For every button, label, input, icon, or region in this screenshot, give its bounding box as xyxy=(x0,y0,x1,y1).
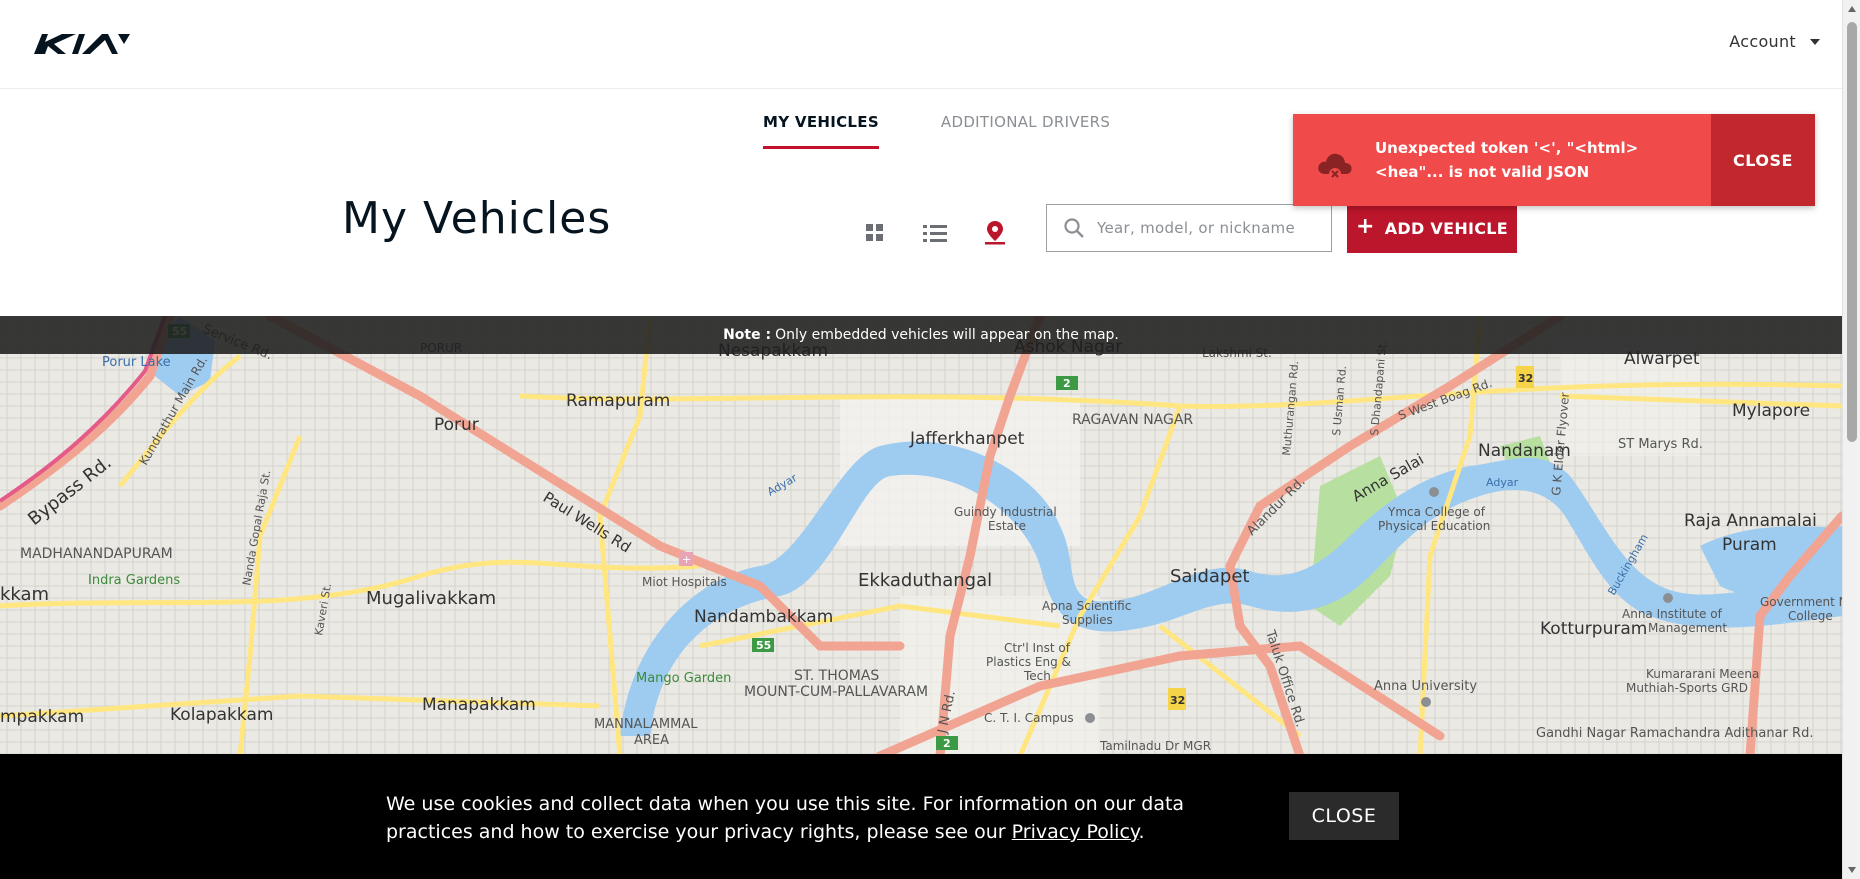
svg-text:Ctr'l Inst of: Ctr'l Inst of xyxy=(1004,641,1071,655)
svg-text:Tech: Tech xyxy=(1023,669,1051,683)
list-view-button[interactable] xyxy=(918,216,952,250)
map-canvas[interactable]: 55 2 55 2 32 32 Porur Lake Bypass Rd. Se… xyxy=(0,316,1842,756)
svg-text:Estate: Estate xyxy=(988,519,1026,533)
svg-text:Anna Institute of: Anna Institute of xyxy=(1622,607,1723,621)
svg-text:Tamilnadu Dr MGR: Tamilnadu Dr MGR xyxy=(1099,739,1211,753)
svg-text:Kolapakkam: Kolapakkam xyxy=(170,705,273,725)
svg-text:kkam: kkam xyxy=(0,584,49,605)
page: Account MY VEHICLES ADDITIONAL DRIVERS M… xyxy=(0,0,1842,879)
tab-additional-drivers[interactable]: ADDITIONAL DRIVERS xyxy=(941,100,1110,149)
svg-text:ST Marys Rd.: ST Marys Rd. xyxy=(1618,437,1703,452)
cookie-text: We use cookies and collect data when you… xyxy=(386,790,1266,846)
note-text: Only embedded vehicles will appear on th… xyxy=(775,327,1119,343)
svg-text:ST. THOMAS: ST. THOMAS xyxy=(794,668,879,684)
svg-text:Management: Management xyxy=(1648,621,1727,635)
note-label: Note : xyxy=(723,327,772,343)
svg-text:Miot Hospitals: Miot Hospitals xyxy=(642,575,727,589)
cookie-text-end: . xyxy=(1138,821,1145,843)
svg-text:MANNALAMMAL: MANNALAMMAL xyxy=(594,717,698,732)
svg-text:Apna Scientific: Apna Scientific xyxy=(1042,599,1131,613)
svg-text:AREA: AREA xyxy=(634,733,669,748)
svg-text:Mylapore: Mylapore xyxy=(1732,401,1810,421)
search-icon xyxy=(1064,218,1084,238)
svg-text:C. T. I. Campus: C. T. I. Campus xyxy=(984,711,1074,725)
kia-logo[interactable] xyxy=(32,30,132,58)
svg-text:MADHANANDAPURAM: MADHANANDAPURAM xyxy=(20,546,173,562)
add-vehicle-button[interactable]: + ADD VEHICLE xyxy=(1347,204,1517,253)
svg-text:Nandambakkam: Nandambakkam xyxy=(694,607,833,627)
svg-text:Mugalivakkam: Mugalivakkam xyxy=(366,588,496,609)
toast-message: Unexpected token '<', "<html><hea"... is… xyxy=(1375,139,1639,181)
search-input[interactable] xyxy=(1095,218,1319,238)
privacy-policy-link[interactable]: Privacy Policy xyxy=(1012,821,1139,843)
vehicle-tabs: MY VEHICLES ADDITIONAL DRIVERS xyxy=(763,100,1110,149)
svg-text:Muthiah-Sports GRD: Muthiah-Sports GRD xyxy=(1626,681,1748,695)
list-icon xyxy=(923,225,947,242)
svg-text:RAGAVAN NAGAR: RAGAVAN NAGAR xyxy=(1072,412,1193,428)
svg-text:+: + xyxy=(682,553,691,566)
svg-text:Jafferkhanpet: Jafferkhanpet xyxy=(909,429,1025,449)
grid-icon xyxy=(866,224,883,241)
svg-text:2: 2 xyxy=(1063,377,1071,390)
vehicle-search[interactable] xyxy=(1046,204,1332,252)
vehicle-map[interactable]: 55 2 55 2 32 32 Porur Lake Bypass Rd. Se… xyxy=(0,316,1842,756)
svg-text:32: 32 xyxy=(1170,694,1185,707)
map-pin-icon xyxy=(985,221,1005,245)
svg-text:Mango Garden: Mango Garden xyxy=(636,671,731,686)
view-toggle-group xyxy=(858,216,1012,250)
svg-text:Gandhi Nagar Ramachandra Adith: Gandhi Nagar Ramachandra Adithanar Rd. xyxy=(1536,726,1813,741)
svg-text:Ramapuram: Ramapuram xyxy=(566,391,670,411)
svg-text:Indra Gardens: Indra Gardens xyxy=(88,573,180,588)
svg-text:Adyar: Adyar xyxy=(1486,476,1519,489)
map-view-button[interactable] xyxy=(978,216,1012,250)
plus-icon: + xyxy=(1355,214,1375,239)
svg-text:55: 55 xyxy=(756,639,771,652)
svg-text:Anna University: Anna University xyxy=(1374,679,1477,694)
scroll-down-arrow-icon[interactable] xyxy=(1848,867,1856,873)
svg-text:Plastics Eng &: Plastics Eng & xyxy=(986,655,1071,669)
svg-text:College: College xyxy=(1788,609,1833,623)
svg-text:Ymca College of: Ymca College of xyxy=(1387,505,1486,519)
page-scrollbar[interactable] xyxy=(1842,0,1860,879)
svg-text:Puram: Puram xyxy=(1722,535,1777,555)
map-note-bar: Note : Only embedded vehicles will appea… xyxy=(0,316,1842,354)
scroll-up-arrow-icon[interactable] xyxy=(1848,6,1856,12)
svg-text:Supplies: Supplies xyxy=(1062,613,1113,627)
svg-text:Raja Annamalai: Raja Annamalai xyxy=(1684,511,1817,531)
add-vehicle-label: ADD VEHICLE xyxy=(1384,219,1509,238)
svg-text:MOUNT-CUM-PALLAVARAM: MOUNT-CUM-PALLAVARAM xyxy=(744,684,928,700)
grid-view-button[interactable] xyxy=(858,216,892,250)
svg-text:Physical Education: Physical Education xyxy=(1378,519,1490,533)
error-toast: Unexpected token '<', "<html><hea"... is… xyxy=(1293,114,1815,206)
scrollbar-thumb[interactable] xyxy=(1847,22,1857,442)
svg-text:mpakkam: mpakkam xyxy=(0,707,84,727)
svg-text:32: 32 xyxy=(1518,372,1533,385)
svg-text:Porur Lake: Porur Lake xyxy=(102,355,171,370)
tab-my-vehicles[interactable]: MY VEHICLES xyxy=(763,100,879,149)
svg-text:Ekkaduthangal: Ekkaduthangal xyxy=(858,570,992,591)
top-header: Account xyxy=(0,0,1842,89)
account-label[interactable]: Account xyxy=(1729,32,1796,51)
cloud-error-icon xyxy=(1318,153,1352,180)
toast-close-button[interactable]: CLOSE xyxy=(1711,114,1815,206)
svg-text:Manapakkam: Manapakkam xyxy=(422,695,536,715)
svg-text:Saidapet: Saidapet xyxy=(1170,566,1249,587)
svg-text:Guindy Industrial: Guindy Industrial xyxy=(954,505,1057,519)
caret-down-icon[interactable] xyxy=(1810,38,1820,45)
svg-text:Kotturpuram: Kotturpuram xyxy=(1540,619,1647,639)
cookie-banner: We use cookies and collect data when you… xyxy=(0,754,1842,879)
account-menu[interactable]: Account xyxy=(1729,32,1820,51)
page-title: My Vehicles xyxy=(342,193,612,244)
svg-text:Kumararani Meena: Kumararani Meena xyxy=(1646,667,1759,681)
cookie-close-button[interactable]: CLOSE xyxy=(1289,792,1399,840)
svg-text:Porur: Porur xyxy=(434,415,479,435)
svg-text:2: 2 xyxy=(943,737,951,750)
svg-text:Government M: Government M xyxy=(1760,595,1842,609)
